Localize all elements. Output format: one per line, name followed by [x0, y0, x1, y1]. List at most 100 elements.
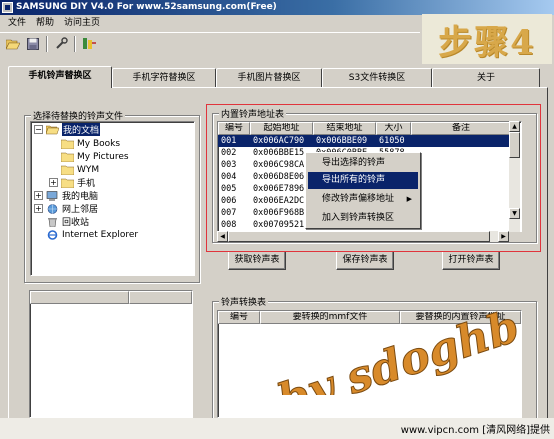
- file-list-column-header[interactable]: [129, 291, 192, 304]
- save-disk-icon[interactable]: [24, 35, 42, 53]
- tree-node[interactable]: Internet Explorer: [46, 228, 138, 241]
- menu-help[interactable]: 帮助: [31, 15, 59, 31]
- table-cell-start: 0x006C98CA: [253, 160, 305, 170]
- menu-item-label: 导出选择的铃声: [322, 158, 386, 168]
- menu-visit-homepage[interactable]: 访问主页: [59, 15, 105, 31]
- column-header-id[interactable]: 编号: [218, 311, 260, 324]
- expand-icon[interactable]: +: [34, 204, 43, 213]
- scroll-thumb[interactable]: [228, 231, 490, 242]
- expand-icon[interactable]: +: [49, 178, 58, 187]
- tree-node[interactable]: My Books: [61, 137, 120, 150]
- tree-node[interactable]: + 我的电脑: [34, 189, 98, 202]
- column-header-note[interactable]: 备注: [411, 122, 511, 135]
- tree-node[interactable]: My Pictures: [61, 150, 129, 163]
- tree-node[interactable]: 回收站: [46, 215, 89, 228]
- column-header-mmf-file[interactable]: 要转换的mmf文件: [260, 311, 400, 324]
- tree-node[interactable]: + 手机: [49, 176, 95, 189]
- computer-icon: [46, 190, 59, 201]
- title-bar[interactable]: SAMSUNG DIY V4.0 For www.52samsung.com(F…: [0, 0, 554, 15]
- folder-icon: [61, 165, 74, 175]
- menu-item-add-to-convert[interactable]: 加入到铃声转换区: [308, 210, 418, 227]
- column-header-id[interactable]: 编号: [218, 122, 250, 135]
- file-list[interactable]: [29, 290, 193, 418]
- tab-ringtone[interactable]: 手机铃声替换区: [8, 66, 112, 88]
- scroll-up-icon[interactable]: ▲: [509, 121, 520, 132]
- folder-icon: [61, 139, 74, 149]
- internet-explorer-icon: [46, 229, 59, 240]
- footer-text: www.vipcn.com [清风网络]提供: [400, 425, 550, 436]
- file-list-column-header[interactable]: [30, 291, 129, 304]
- toolbar-separator: [74, 35, 76, 52]
- menu-item-label: 加入到铃声转换区: [322, 213, 395, 223]
- table-cell-note: [411, 159, 511, 171]
- file-tree[interactable]: − 我的文档 My Books My Pictures WYM + 手机 + 我…: [30, 121, 195, 276]
- submenu-arrow-icon: ▶: [406, 195, 412, 203]
- ringtone-table-vscroll[interactable]: ▲ ▼: [509, 121, 520, 232]
- footer-bar: www.vipcn.com [清风网络]提供: [0, 418, 554, 439]
- recycle-bin-icon: [46, 217, 59, 227]
- table-cell-start: 0x006E7896: [253, 184, 305, 194]
- table-cell-start: 0x00709521: [253, 220, 305, 230]
- table-cell-id: 001: [218, 135, 250, 147]
- folder-icon: [61, 178, 74, 188]
- tree-node[interactable]: WYM: [61, 163, 99, 176]
- tab-character[interactable]: 手机字符替换区: [112, 68, 216, 88]
- table-cell-end: 0x006BBE09: [313, 135, 376, 147]
- tree-label: 手机: [77, 179, 96, 189]
- menu-item-edit-offset[interactable]: 修改铃声偏移地址 ▶: [308, 191, 418, 208]
- column-header-start[interactable]: 起始地址: [250, 122, 313, 135]
- menu-item-export-selected[interactable]: 导出选择的铃声: [308, 155, 418, 172]
- table-cell-start: 0x006BBE15: [253, 148, 305, 158]
- scroll-right-icon[interactable]: ▶: [498, 231, 509, 242]
- scroll-thumb[interactable]: [509, 132, 520, 158]
- file-list-header: [30, 291, 192, 304]
- table-cell-note: [411, 207, 511, 219]
- tools-icon[interactable]: [52, 35, 70, 53]
- table-cell-note: [411, 147, 511, 159]
- get-table-button[interactable]: 获取铃声表: [228, 251, 286, 270]
- open-folder-icon[interactable]: [4, 35, 22, 53]
- tree-node[interactable]: − 我的文档: [34, 123, 101, 136]
- ringtone-table-header: 编号 起始地址 结束地址 大小 备注: [218, 122, 511, 135]
- table-cell-note: [411, 195, 511, 207]
- table-row[interactable]: 001 0x006AC790 0x006BBE09 61050: [218, 135, 511, 147]
- app-icon: [2, 2, 13, 13]
- export-icon[interactable]: [80, 35, 98, 53]
- tree-label: My Pictures: [77, 151, 129, 162]
- menu-item-label: 导出所有的铃声: [322, 175, 386, 185]
- ringtone-table-group-title: 内置铃声地址表: [219, 107, 287, 120]
- expand-icon[interactable]: +: [34, 191, 43, 200]
- table-cell-start: 0x006AC790: [250, 135, 313, 147]
- convert-table[interactable]: 编号 要转换的mmf文件 要替换的内置铃声地址: [217, 310, 522, 418]
- network-icon: [46, 203, 59, 214]
- table-cell-id: 006: [221, 196, 237, 206]
- table-cell-id: 005: [221, 184, 237, 194]
- table-cell-note: [411, 219, 511, 231]
- ringtone-table-hscroll[interactable]: ◀ ▶: [217, 231, 509, 242]
- table-cell-id: 004: [221, 172, 237, 182]
- table-cell-id: 003: [221, 160, 237, 170]
- tree-label: 我的文档: [62, 123, 101, 136]
- convert-table-header: 编号 要转换的mmf文件 要替换的内置铃声地址: [218, 311, 521, 324]
- menu-item-export-all[interactable]: 导出所有的铃声: [308, 172, 418, 189]
- collapse-icon[interactable]: −: [34, 125, 43, 134]
- tab-picture[interactable]: 手机图片替换区: [216, 68, 322, 88]
- table-cell-note: [411, 135, 511, 147]
- table-cell-id: 002: [221, 148, 237, 158]
- menu-item-label: 修改铃声偏移地址: [322, 194, 395, 204]
- tree-node[interactable]: + 网上邻居: [34, 202, 98, 215]
- column-header-target-address[interactable]: 要替换的内置铃声地址: [400, 311, 521, 324]
- column-header-end[interactable]: 结束地址: [313, 122, 376, 135]
- column-header-size[interactable]: 大小: [376, 122, 411, 135]
- tree-label: WYM: [77, 164, 100, 175]
- scroll-left-icon[interactable]: ◀: [217, 231, 228, 242]
- scroll-down-icon[interactable]: ▼: [509, 208, 520, 219]
- tab-s3-convert[interactable]: S3文件转换区: [322, 68, 432, 88]
- table-cell-id: 008: [221, 220, 237, 230]
- tab-about[interactable]: 关于: [432, 68, 540, 88]
- open-table-button[interactable]: 打开铃声表: [442, 251, 500, 270]
- brand-art-text: 步骤4: [438, 22, 536, 63]
- save-table-button[interactable]: 保存铃声表: [336, 251, 394, 270]
- menu-file[interactable]: 文件: [3, 15, 31, 31]
- table-cell-start: 0x006F968B: [253, 208, 305, 218]
